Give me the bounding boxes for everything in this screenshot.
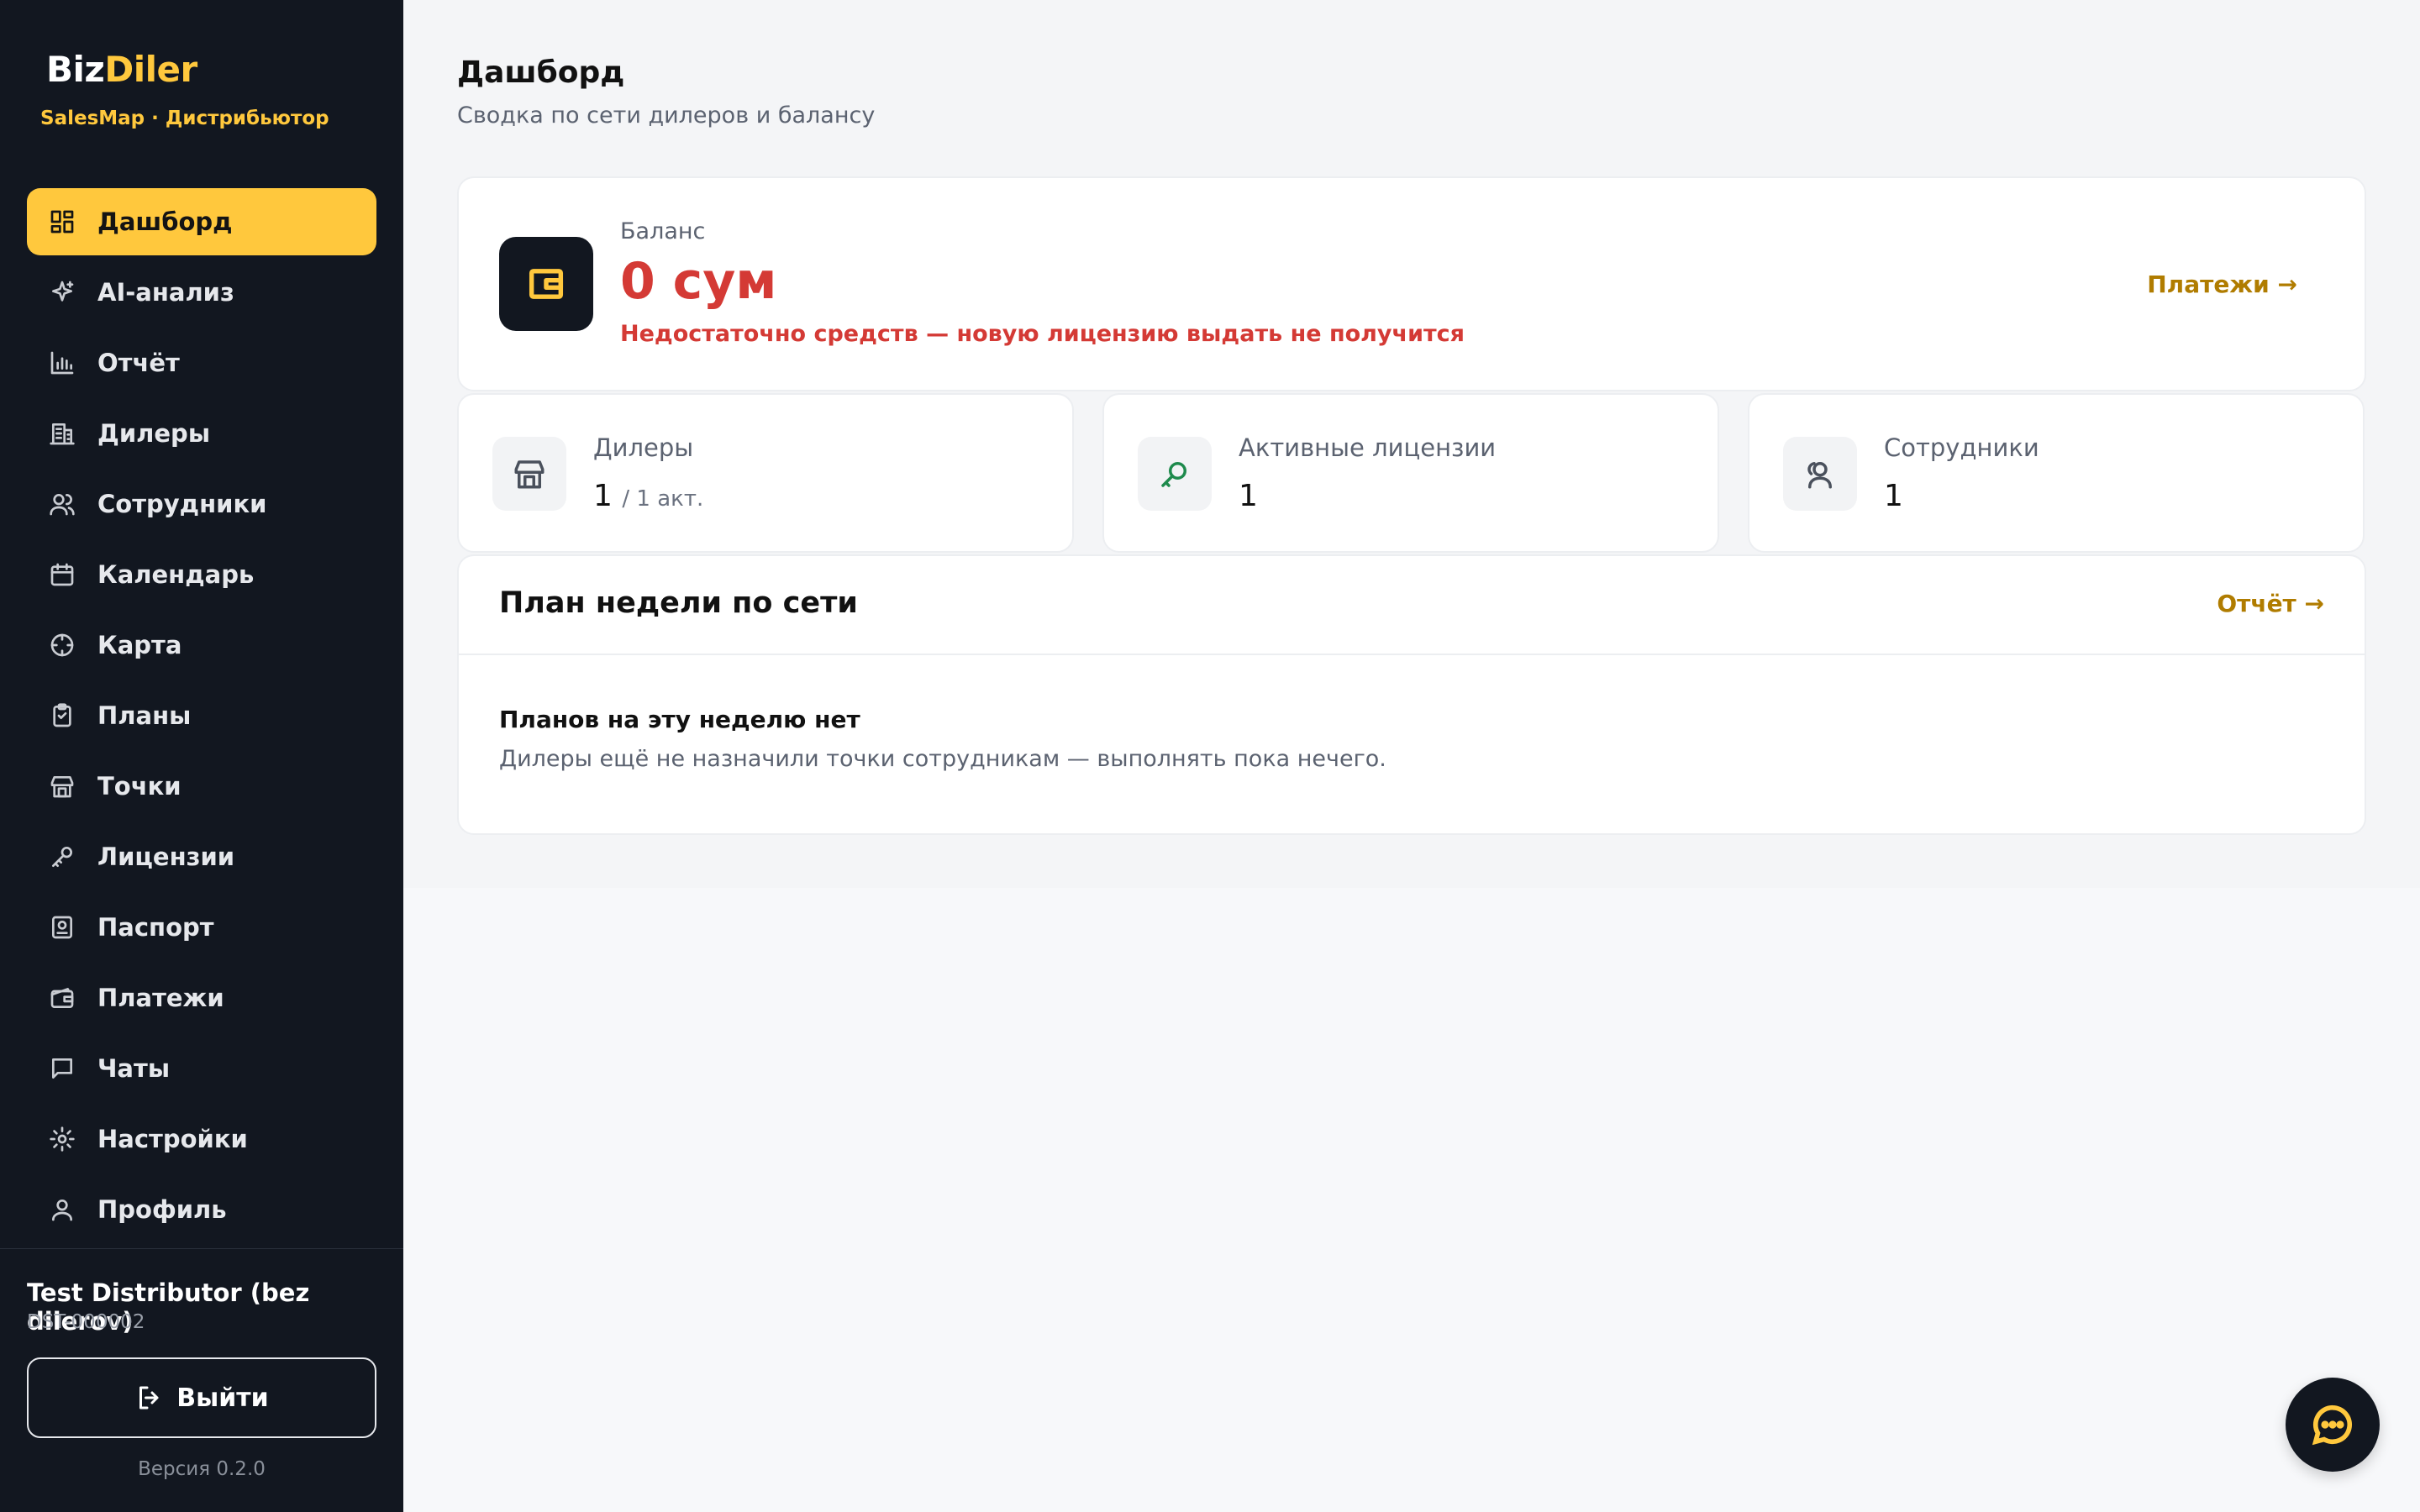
brand-logo[interactable]: BizDiler [46, 49, 197, 90]
stat-value: 1 [1884, 479, 1903, 513]
brand-part1: Biz [46, 49, 105, 90]
plan-divider [459, 654, 2365, 655]
sidebar-item-label: AI-анализ [97, 278, 234, 307]
gear-icon [47, 1124, 77, 1154]
stat-value: 1 / 1 акт. [593, 479, 703, 513]
sidebar-nav: Дашборд AI-анализ Отчёт Дилеры Сотрудник… [27, 188, 376, 1247]
sidebar-item-label: Сотрудники [97, 490, 267, 518]
stat-label: Дилеры [593, 433, 694, 462]
stat-extra: / 1 акт. [622, 486, 704, 512]
wallet-icon [47, 983, 77, 1013]
sidebar-item-licenses[interactable]: Лицензии [27, 823, 376, 890]
sidebar-item-label: Профиль [97, 1195, 227, 1224]
sidebar-item-employees[interactable]: Сотрудники [27, 470, 376, 538]
sidebar-item-settings[interactable]: Настройки [27, 1105, 376, 1173]
sidebar: BizDiler SalesMap · Дистрибьютор Дашборд… [0, 0, 403, 1512]
stat-label: Сотрудники [1884, 433, 2039, 462]
sidebar-item-points[interactable]: Точки [27, 753, 376, 820]
sidebar-item-label: Дашборд [97, 207, 233, 236]
balance-label: Баланс [620, 218, 706, 244]
brand-subtitle: SalesMap · Дистрибьютор [40, 108, 329, 129]
clipboard-icon [47, 701, 77, 731]
sidebar-item-passport[interactable]: Паспорт [27, 894, 376, 961]
sidebar-item-label: Чаты [97, 1054, 171, 1083]
calendar-icon [47, 559, 77, 590]
sidebar-item-profile[interactable]: Профиль [27, 1176, 376, 1243]
report-link[interactable]: Отчёт → [2217, 590, 2324, 617]
sidebar-item-label: Календарь [97, 560, 255, 589]
brand-part2: Diler [104, 49, 197, 90]
balance-warning: Недостаточно средств — новую лицензию вы… [620, 321, 1465, 347]
sidebar-item-label: Настройки [97, 1125, 248, 1153]
id-card-icon [47, 912, 77, 942]
key-icon [47, 842, 77, 872]
crosshair-icon [47, 630, 77, 660]
sidebar-item-ai-analysis[interactable]: AI-анализ [27, 259, 376, 326]
stat-number: 1 [1239, 479, 1258, 513]
sidebar-item-plans[interactable]: Планы [27, 682, 376, 749]
sidebar-item-label: Паспорт [97, 913, 214, 942]
building-icon [47, 418, 77, 449]
sidebar-item-label: Отчёт [97, 349, 180, 377]
page-title: Дашборд [457, 55, 625, 90]
logout-label: Выйти [176, 1383, 269, 1413]
sidebar-divider [0, 1248, 403, 1249]
sidebar-item-chats[interactable]: Чаты [27, 1035, 376, 1102]
sidebar-item-report[interactable]: Отчёт [27, 329, 376, 396]
sidebar-item-payments[interactable]: Платежи [27, 964, 376, 1032]
sidebar-item-label: Лицензии [97, 843, 235, 871]
stat-card-employees[interactable]: Сотрудники 1 [1748, 393, 2365, 553]
stat-card-licenses[interactable]: Активные лицензии 1 [1102, 393, 1719, 553]
store-icon [47, 771, 77, 801]
payments-link[interactable]: Платежи → [2147, 270, 2297, 298]
dashboard-icon [47, 207, 77, 237]
plan-title: План недели по сети [499, 586, 858, 620]
key-icon [1138, 437, 1212, 511]
sidebar-item-calendar[interactable]: Календарь [27, 541, 376, 608]
stat-number: 1 [1884, 479, 1903, 513]
stat-number: 1 [593, 479, 613, 513]
logout-icon [139, 1386, 159, 1410]
sidebar-item-label: Планы [97, 701, 192, 730]
sidebar-item-label: Дилеры [97, 419, 211, 448]
users-icon [1783, 437, 1857, 511]
sidebar-item-label: Платежи [97, 984, 224, 1012]
sidebar-item-dealers[interactable]: Дилеры [27, 400, 376, 467]
stat-value: 1 [1239, 479, 1258, 513]
plan-empty-title: Планов на эту неделю нет [499, 706, 860, 733]
user-icon [47, 1194, 77, 1225]
stat-card-dealers[interactable]: Дилеры 1 / 1 акт. [457, 393, 1074, 553]
sidebar-item-map[interactable]: Карта [27, 612, 376, 679]
balance-value: 0 сум [620, 252, 777, 311]
plan-empty-description: Дилеры ещё не назначили точки сотрудника… [499, 746, 1386, 772]
balance-card: Баланс 0 сум Недостаточно средств — нову… [457, 176, 2366, 391]
message-icon [47, 1053, 77, 1084]
chat-bubble-icon [2312, 1404, 2352, 1446]
sidebar-item-label: Точки [97, 772, 182, 801]
wallet-icon [499, 237, 593, 331]
weekly-plan-card: План недели по сети Отчёт → Планов на эт… [457, 554, 2366, 835]
bar-chart-icon [47, 348, 77, 378]
users-icon [47, 489, 77, 519]
sparkle-icon [47, 277, 77, 307]
sidebar-item-label: Карта [97, 631, 182, 659]
user-id: DST-000002 [27, 1311, 145, 1333]
chat-button[interactable] [2286, 1378, 2380, 1472]
sidebar-item-dashboard[interactable]: Дашборд [27, 188, 376, 255]
store-icon [492, 437, 566, 511]
stat-label: Активные лицензии [1239, 433, 1497, 462]
app-version: Версия 0.2.0 [138, 1458, 266, 1480]
logout-button[interactable]: Выйти [27, 1357, 376, 1438]
page-subtitle: Сводка по сети дилеров и балансу [457, 102, 876, 129]
